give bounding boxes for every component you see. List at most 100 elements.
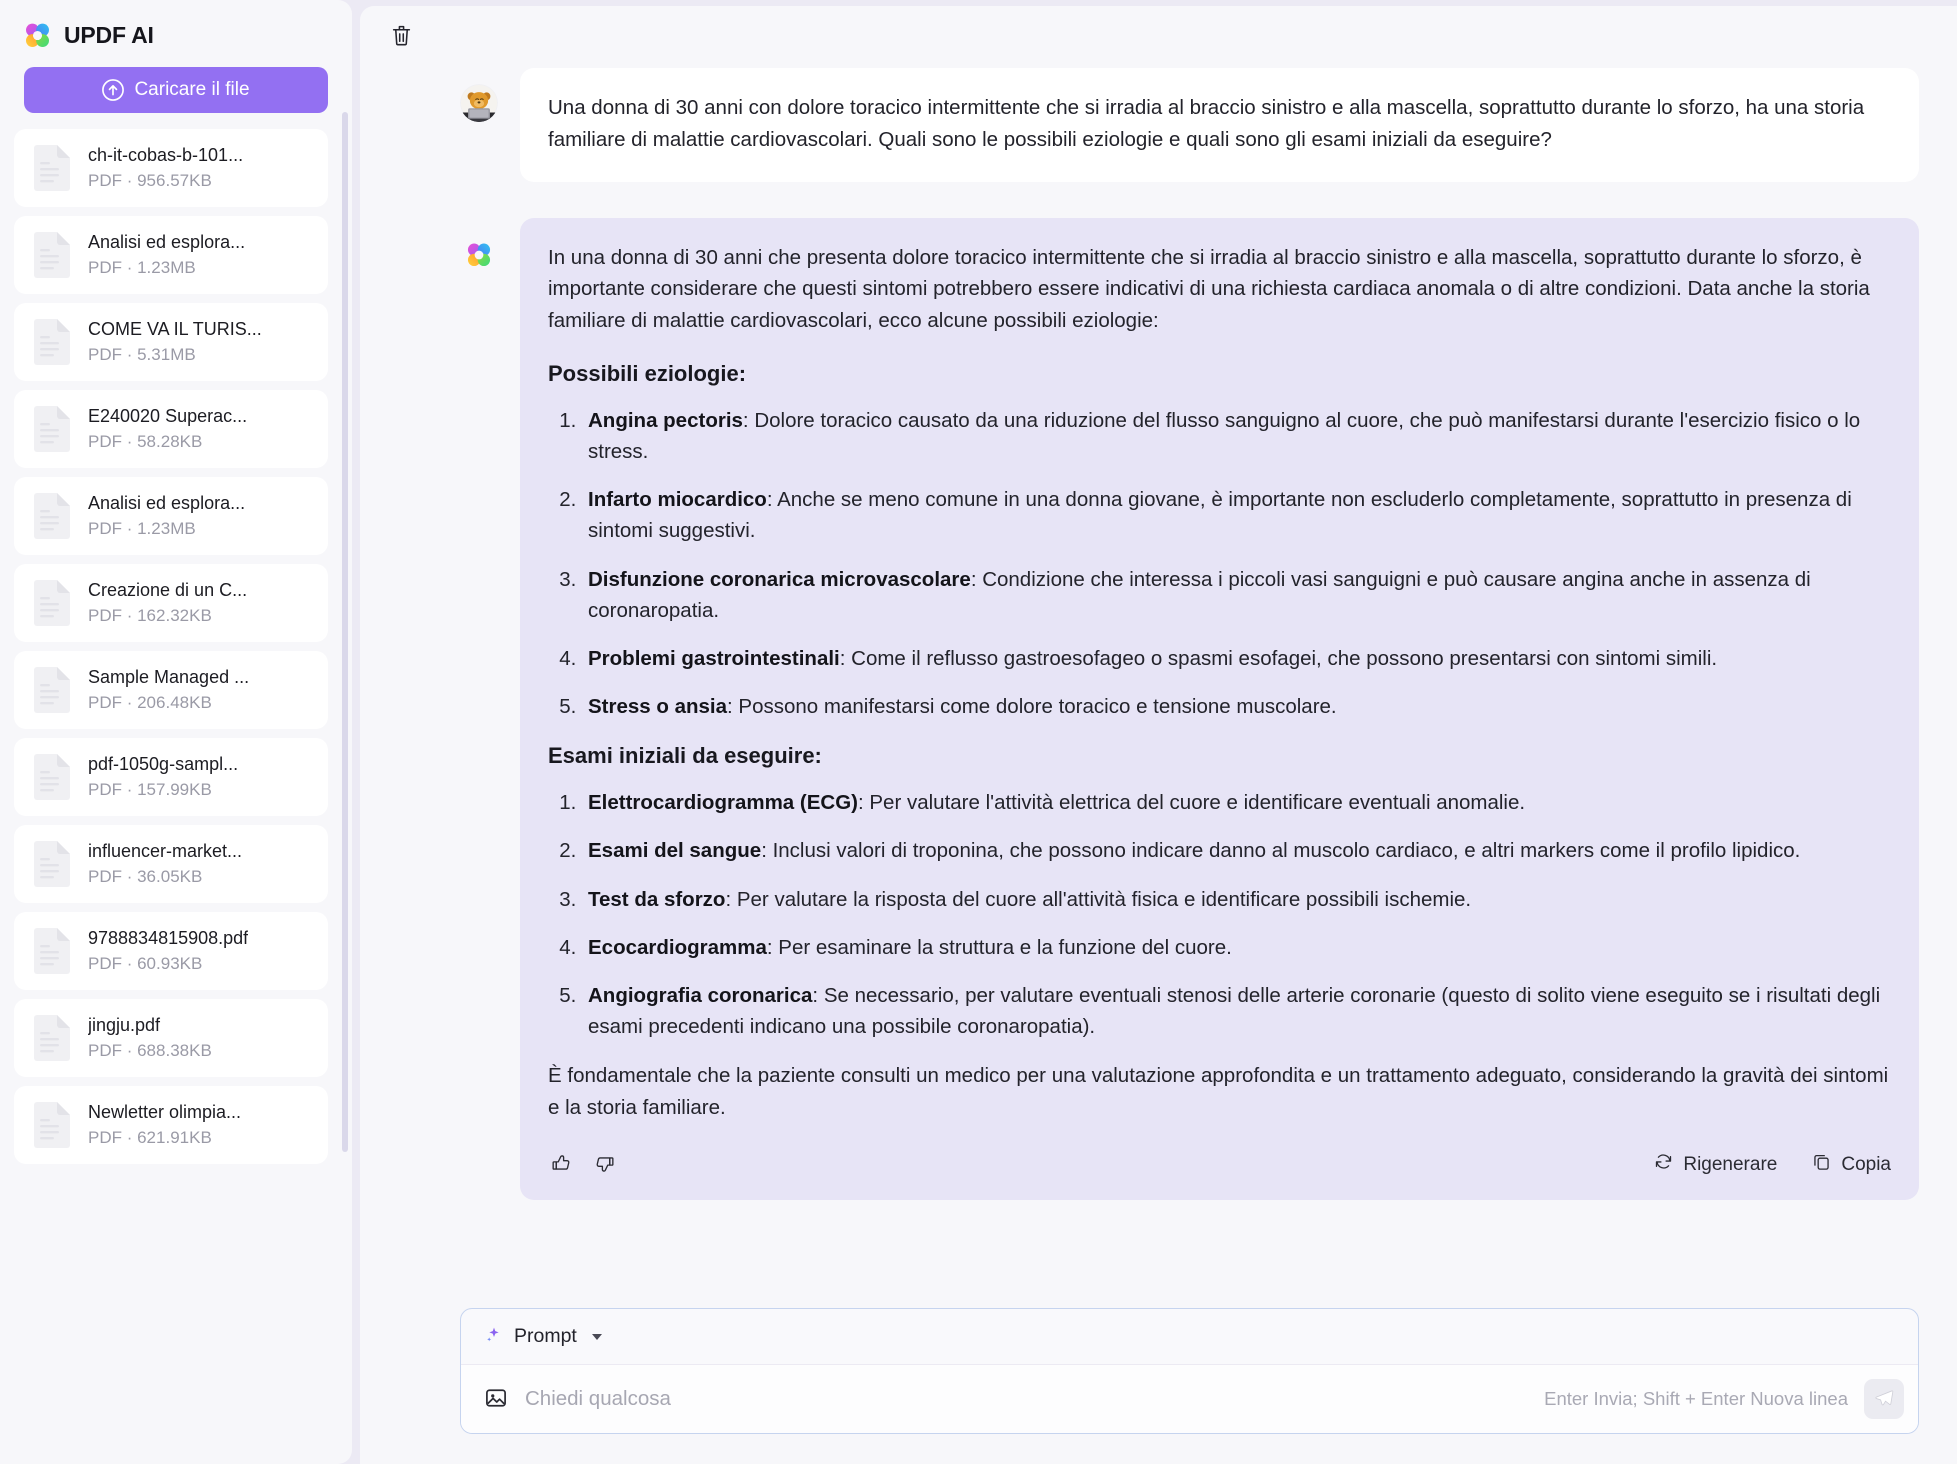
file-meta-text: PDF · 162.32KB <box>88 606 212 625</box>
ai-message-row: In una donna di 30 anni che presenta dol… <box>460 217 1919 1200</box>
prompt-dropdown-button[interactable]: Prompt <box>483 1325 602 1348</box>
list-item-text: : Dolore toracico causato da una riduzio… <box>588 408 1861 464</box>
list-item-term: Elettrocardiogramma (ECG) <box>588 791 858 815</box>
file-list-item[interactable]: Analisi ed esplora... PDF · 1.23MB <box>14 216 328 294</box>
file-list-item[interactable]: pdf-1050g-sampl... PDF · 157.99KB <box>14 738 328 816</box>
ai-intro-paragraph: In una donna di 30 anni che presenta dol… <box>548 245 1870 333</box>
list-item: Test da sforzo: Per valutare la risposta… <box>582 884 1891 915</box>
list-item: Angiografia coronarica: Se necessario, p… <box>582 980 1891 1042</box>
chat-area: Una donna di 30 anni con dolore toracico… <box>360 68 1957 1302</box>
file-list-item[interactable]: 9788834815908.pdf PDF · 60.93KB <box>14 912 328 990</box>
thumbs-up-button[interactable] <box>548 1150 575 1180</box>
list-item: Disfunzione coronarica microvascolare: C… <box>582 564 1891 626</box>
ai-section-title-exams: Esami iniziali da eseguire: <box>548 743 822 769</box>
ai-message-actions: Rigenerare Copia <box>548 1146 1891 1186</box>
upload-button-label: Caricare il file <box>134 79 250 100</box>
main-toolbar <box>360 6 1957 68</box>
list-item-term: Stress o ansia <box>588 695 728 719</box>
file-meta: ch-it-cobas-b-101... PDF · 956.57KB <box>88 145 243 191</box>
list-item: Elettrocardiogramma (ECG): Per valutare … <box>582 787 1891 818</box>
file-list-item[interactable]: influencer-market... PDF · 36.05KB <box>14 825 328 903</box>
user-message-bubble: Una donna di 30 anni con dolore toracico… <box>520 68 1919 182</box>
file-list[interactable]: ch-it-cobas-b-101... PDF · 956.57KB Anali… <box>0 129 352 1464</box>
list-item-term: Angiografia coronarica <box>588 983 813 1007</box>
file-meta: E240020 Superac... PDF · 58.28KB <box>88 406 247 452</box>
file-meta-text: PDF · 157.99KB <box>88 780 212 799</box>
list-item-term: Ecocardiogramma <box>588 935 767 959</box>
regenerate-label: Rigenerare <box>1683 1153 1778 1175</box>
list-item-term: Problemi gastrointestinali <box>588 646 840 670</box>
file-name: influencer-market... <box>88 841 243 861</box>
pdf-file-icon <box>32 405 72 453</box>
file-name: jingju.pdf <box>88 1015 161 1035</box>
chat-input[interactable] <box>525 1387 1529 1411</box>
copy-label: Copia <box>1841 1153 1891 1175</box>
file-meta-text: PDF · 688.38KB <box>88 1041 212 1060</box>
list-item-term: Esami del sangue <box>588 839 762 863</box>
composer: Prompt E <box>460 1308 1919 1434</box>
composer-toolbar: Prompt <box>461 1309 1918 1365</box>
delete-conversation-button[interactable] <box>384 20 418 54</box>
composer-input-row: Enter Invia; Shift + Enter Nuova linea <box>461 1365 1918 1433</box>
ai-feedback-group <box>548 1150 618 1180</box>
file-list-item[interactable]: ch-it-cobas-b-101... PDF · 956.57KB <box>14 129 328 207</box>
file-name: 9788834815908.pdf <box>88 928 249 948</box>
ai-etiologies-list: Angina pectoris: Dolore toracico causato… <box>548 405 1891 722</box>
file-name: COME VA IL TURIS... <box>88 319 262 339</box>
image-icon <box>483 1385 509 1414</box>
sidebar-scrollbar-thumb[interactable] <box>342 112 348 1152</box>
thumbs-down-button[interactable] <box>591 1150 618 1180</box>
brand-title: UPDF AI <box>64 22 154 48</box>
ai-outro-paragraph: È fondamentale che la paziente consulti … <box>548 1064 1889 1119</box>
file-name: Creazione di un C... <box>88 580 248 600</box>
file-name: ch-it-cobas-b-101... <box>88 145 244 165</box>
file-meta: Analisi ed esplora... PDF · 1.23MB <box>88 232 245 278</box>
file-list-item[interactable]: Creazione di un C... PDF · 162.32KB <box>14 564 328 642</box>
list-item-text: : Per valutare la risposta del cuore all… <box>725 887 1472 911</box>
file-list-item[interactable]: Analisi ed esplora... PDF · 1.23MB <box>14 477 328 555</box>
trash-icon <box>389 23 414 51</box>
list-item: Problemi gastrointestinali: Come il refl… <box>582 643 1891 674</box>
attach-image-button[interactable] <box>483 1385 509 1414</box>
file-meta: Creazione di un C... PDF · 162.32KB <box>88 580 247 626</box>
pdf-file-icon <box>32 666 72 714</box>
copy-button[interactable]: Copia <box>1811 1151 1891 1178</box>
pdf-file-icon <box>32 492 72 540</box>
pdf-file-icon <box>32 1101 72 1149</box>
file-list-item[interactable]: E240020 Superac... PDF · 58.28KB <box>14 390 328 468</box>
list-item-text: : Possono manifestarsi come dolore torac… <box>727 695 1337 719</box>
file-name: Analisi ed esplora... <box>88 232 246 252</box>
file-list-item[interactable]: COME VA IL TURIS... PDF · 5.31MB <box>14 303 328 381</box>
list-item-term: Angina pectoris <box>588 408 743 432</box>
file-meta-text: PDF · 58.28KB <box>88 432 203 451</box>
file-name: Sample Managed ... <box>88 667 250 687</box>
regenerate-button[interactable]: Rigenerare <box>1653 1151 1777 1178</box>
list-item-text: : Inclusi valori di troponina, che posso… <box>761 839 1801 863</box>
ai-tools-group: Rigenerare Copia <box>1653 1151 1891 1178</box>
list-item-text: : Per esaminare la struttura e la funzio… <box>766 935 1232 959</box>
ai-section-title-etiologies: Possibili eziologie: <box>548 360 747 386</box>
user-message-row: Una donna di 30 anni con dolore toracico… <box>460 68 1919 182</box>
file-meta: jingju.pdf PDF · 688.38KB <box>88 1015 212 1061</box>
file-meta-text: PDF · 36.05KB <box>88 867 203 886</box>
file-name: E240020 Superac... <box>88 406 248 426</box>
file-meta-text: PDF · 5.31MB <box>88 345 196 364</box>
input-hint-text: Enter Invia; Shift + Enter Nuova linea <box>1544 1388 1848 1409</box>
file-name: Newletter olimpia... <box>88 1102 242 1122</box>
pdf-file-icon <box>32 318 72 366</box>
send-button[interactable] <box>1864 1379 1904 1419</box>
sidebar-header: UPDF AI <box>0 0 352 63</box>
send-paperplane-icon <box>1873 1387 1895 1412</box>
pdf-file-icon <box>32 1014 72 1062</box>
pdf-file-icon <box>32 144 72 192</box>
pdf-file-icon <box>32 231 72 279</box>
app-root: UPDF AI Caricare il file ch-it-cobas-b-1… <box>0 0 1957 1464</box>
file-name: Analisi ed esplora... <box>88 493 246 513</box>
pdf-file-icon <box>32 840 72 888</box>
file-list-item[interactable]: Sample Managed ... PDF · 206.48KB <box>14 651 328 729</box>
file-meta-text: PDF · 956.57KB <box>88 171 212 190</box>
file-list-item[interactable]: jingju.pdf PDF · 688.38KB <box>14 999 328 1077</box>
upload-file-button[interactable]: Caricare il file <box>24 67 328 113</box>
sparkle-icon <box>483 1325 503 1348</box>
file-list-item[interactable]: Newletter olimpia... PDF · 621.91KB <box>14 1086 328 1164</box>
